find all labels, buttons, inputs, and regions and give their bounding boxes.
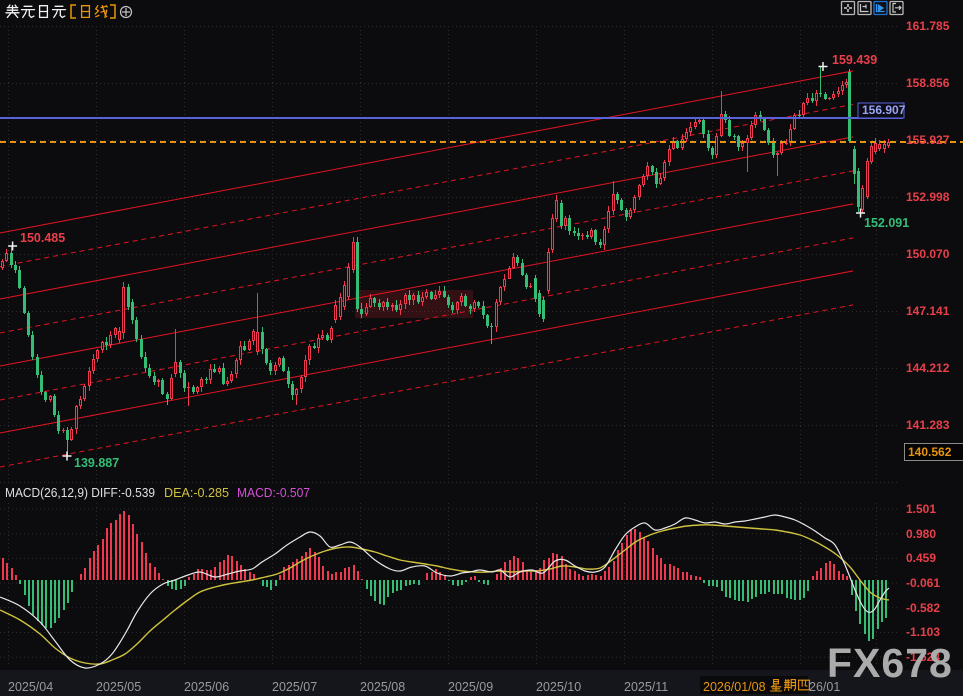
svg-text:0.459: 0.459 (906, 551, 936, 565)
svg-text:-0.582: -0.582 (906, 601, 940, 615)
svg-text:2025/05: 2025/05 (96, 680, 141, 694)
svg-text:0.980: 0.980 (906, 527, 936, 541)
svg-text:MACD(26,12,9) DIFF:-0.539: MACD(26,12,9) DIFF:-0.539 (5, 485, 155, 500)
svg-text:161.785: 161.785 (906, 19, 950, 33)
svg-text:2025/10: 2025/10 (536, 680, 581, 694)
svg-text:158.856: 158.856 (906, 76, 950, 90)
svg-text:152.091: 152.091 (864, 216, 909, 230)
svg-text:2026/01/08: 2026/01/08 (703, 680, 766, 694)
svg-text:2025/04: 2025/04 (8, 680, 53, 694)
svg-text:MACD:-0.507: MACD:-0.507 (237, 485, 310, 500)
svg-text:DEA:-0.285: DEA:-0.285 (164, 485, 229, 500)
svg-text:147.141: 147.141 (906, 304, 950, 318)
svg-text:FX678: FX678 (827, 640, 953, 686)
svg-text:26/01: 26/01 (809, 680, 840, 694)
svg-text:152.998: 152.998 (906, 190, 950, 204)
svg-text:156.907: 156.907 (862, 103, 906, 117)
svg-text:-0.061: -0.061 (906, 576, 940, 590)
svg-text:2025/09: 2025/09 (448, 680, 493, 694)
svg-text:141.283: 141.283 (906, 418, 950, 432)
svg-text:155.927: 155.927 (906, 133, 950, 147)
svg-text:140.562: 140.562 (908, 445, 952, 459)
svg-text:1.501: 1.501 (906, 502, 936, 516)
svg-text:2025/08: 2025/08 (360, 680, 405, 694)
svg-text:2025/11: 2025/11 (624, 680, 668, 694)
svg-text:150.070: 150.070 (906, 247, 950, 261)
svg-text:150.485: 150.485 (20, 231, 65, 245)
svg-text:139.887: 139.887 (74, 456, 119, 470)
svg-text:2025/07: 2025/07 (272, 680, 317, 694)
svg-text:159.439: 159.439 (832, 53, 877, 67)
svg-text:2025/06: 2025/06 (184, 680, 229, 694)
svg-text:-1.103: -1.103 (906, 625, 940, 639)
svg-text:144.212: 144.212 (906, 361, 950, 375)
